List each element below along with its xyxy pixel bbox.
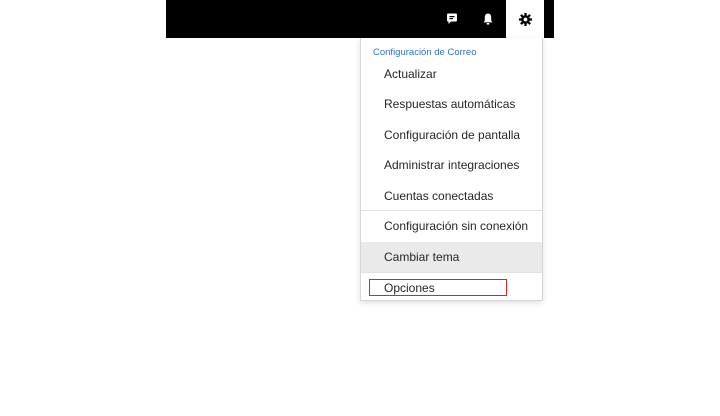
- menu-item-automatic-replies[interactable]: Respuestas automáticas: [361, 89, 542, 119]
- menu-item-manage-integrations[interactable]: Administrar integraciones: [361, 150, 542, 180]
- menu-item-connected-accounts[interactable]: Cuentas conectadas: [361, 181, 542, 211]
- options-highlight-box: [369, 279, 507, 296]
- chat-icon: [447, 13, 457, 24]
- menu-item-change-theme[interactable]: Cambiar tema: [361, 242, 542, 272]
- chat-button[interactable]: [434, 0, 470, 38]
- settings-dropdown-menu: Configuración de Correo Actualizar Respu…: [360, 38, 543, 301]
- top-navigation-bar: [166, 0, 554, 38]
- menu-item-display-settings[interactable]: Configuración de pantalla: [361, 120, 542, 150]
- gear-icon: [518, 12, 532, 26]
- menu-section-header: Configuración de Correo: [373, 47, 477, 58]
- bell-icon: [483, 13, 493, 25]
- notifications-button[interactable]: [470, 0, 506, 38]
- menu-item-refresh[interactable]: Actualizar: [361, 59, 542, 89]
- settings-button[interactable]: [506, 0, 544, 38]
- menu-item-offline-settings[interactable]: Configuración sin conexión: [361, 211, 542, 241]
